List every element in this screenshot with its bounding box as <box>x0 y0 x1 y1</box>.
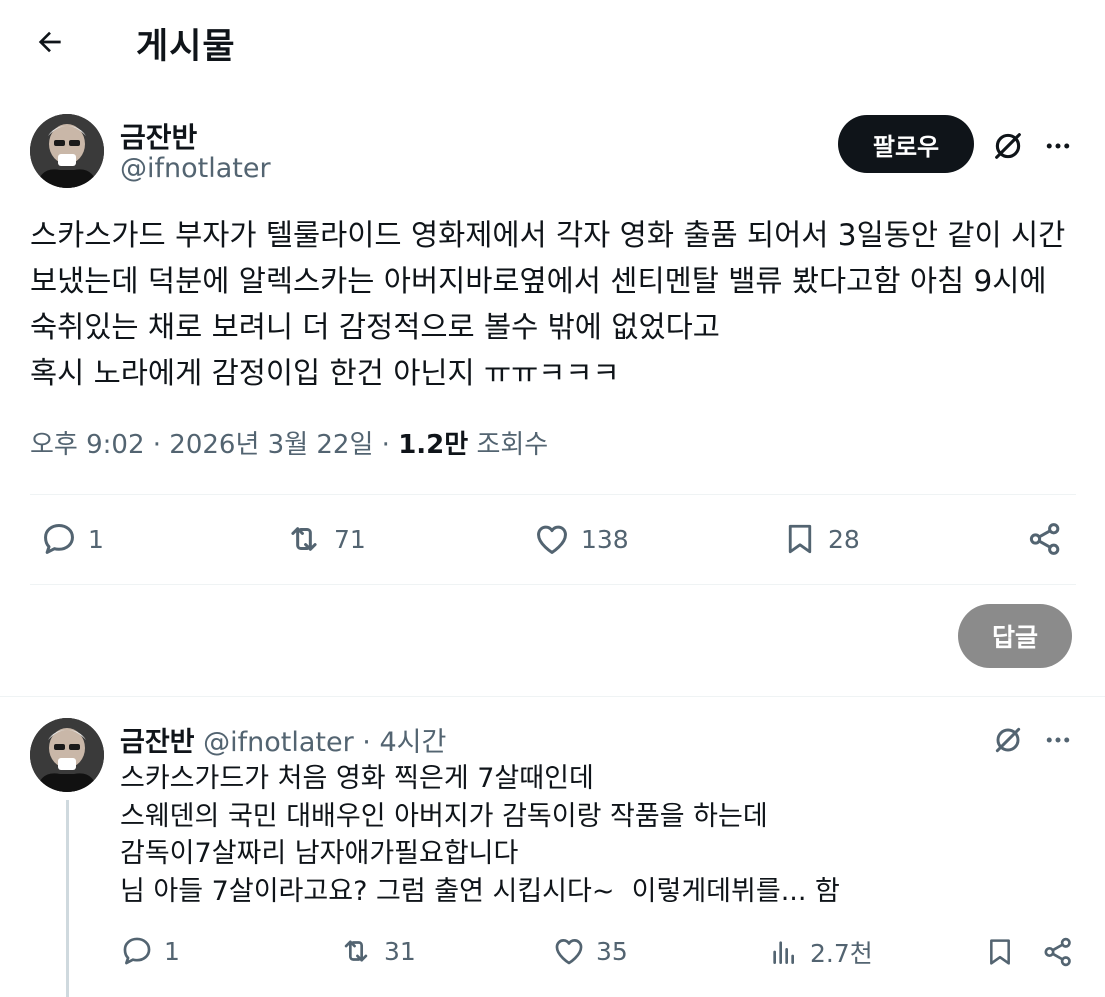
reply-views-action[interactable]: 2.7천 <box>768 934 873 970</box>
views-count: 1.2만 <box>398 430 469 460</box>
reply-repost-count: 31 <box>384 936 416 966</box>
views-label: 조회수 <box>476 430 549 460</box>
divider <box>30 494 1076 495</box>
reply-bookmark-action[interactable] <box>982 932 1018 972</box>
reply-icon <box>44 524 74 554</box>
grok-button[interactable] <box>988 126 1028 166</box>
author-handle[interactable]: @ifnotlater <box>120 153 271 184</box>
repost-count: 71 <box>334 524 366 554</box>
arrow-left-icon <box>38 31 61 53</box>
avatar-image <box>30 718 104 792</box>
like-icon <box>555 939 583 965</box>
thread-line <box>66 800 69 997</box>
divider <box>30 584 1076 585</box>
reply-avatar[interactable] <box>30 718 104 792</box>
avatar[interactable] <box>30 114 104 188</box>
post-time[interactable]: 오후 9:02 <box>30 430 145 460</box>
share-icon <box>1029 523 1060 555</box>
like-icon <box>537 525 567 554</box>
avatar-image <box>30 114 104 188</box>
reply-button[interactable]: 답글 <box>958 604 1072 668</box>
repost-icon <box>291 527 317 551</box>
more-icon <box>1046 143 1070 149</box>
like-count: 138 <box>581 524 629 554</box>
reply-like-count: 35 <box>596 936 628 966</box>
reply-reply-action[interactable]: 1 <box>120 934 180 968</box>
reply-reply-count: 1 <box>164 936 180 966</box>
reply-share-action[interactable] <box>1038 932 1078 972</box>
reply-views-count: 2.7천 <box>810 939 873 968</box>
reply-like-action[interactable]: 35 <box>552 934 628 968</box>
reply-author-handle[interactable]: @ifnotlater <box>203 727 354 758</box>
share-icon <box>1044 937 1071 967</box>
reply-icon <box>123 937 151 965</box>
bookmark-icon <box>788 524 812 554</box>
post-meta: 오후 9:02 · 2026년 3월 22일 · 1.2만 조회수 <box>30 430 549 460</box>
reply-count: 1 <box>88 524 104 554</box>
reply-more-button[interactable] <box>1040 720 1076 760</box>
reply-time[interactable]: 4시간 <box>379 727 446 758</box>
back-button[interactable] <box>30 22 70 62</box>
follow-button[interactable]: 팔로우 <box>838 115 974 173</box>
bookmark-action[interactable]: 28 <box>782 520 860 558</box>
reply-grok-button[interactable] <box>988 720 1028 760</box>
reply-author-name[interactable]: 금잔반 <box>120 727 195 758</box>
reply-header: 금잔반 @ifnotlater · 4시간 <box>120 727 447 758</box>
like-action[interactable]: 138 <box>533 520 629 558</box>
repost-icon <box>344 940 368 962</box>
more-icon <box>1046 737 1070 743</box>
bookmark-icon <box>990 939 1010 965</box>
reply-text: 스카스가드가 처음 영화 찍은게 7살때인데 스웨덴의 국민 대배우인 아버지가… <box>120 763 840 907</box>
grok-icon <box>995 133 1021 159</box>
author-name[interactable]: 금잔반 <box>120 116 197 156</box>
reply-action[interactable]: 1 <box>40 520 104 558</box>
reply-repost-action[interactable]: 31 <box>338 934 416 968</box>
bookmark-count: 28 <box>828 524 860 554</box>
post-text: 스카스가드 부자가 텔룰라이드 영화제에서 각자 영화 출품 되어서 3일동안 … <box>30 218 1066 390</box>
repost-action[interactable]: 71 <box>284 520 366 558</box>
post-date[interactable]: 2026년 3월 22일 <box>169 430 373 460</box>
grok-icon <box>995 727 1021 753</box>
views-icon <box>773 941 794 964</box>
page-title: 게시물 <box>136 27 236 67</box>
divider <box>0 696 1105 697</box>
more-button[interactable] <box>1040 126 1076 166</box>
share-action[interactable] <box>1026 520 1064 558</box>
